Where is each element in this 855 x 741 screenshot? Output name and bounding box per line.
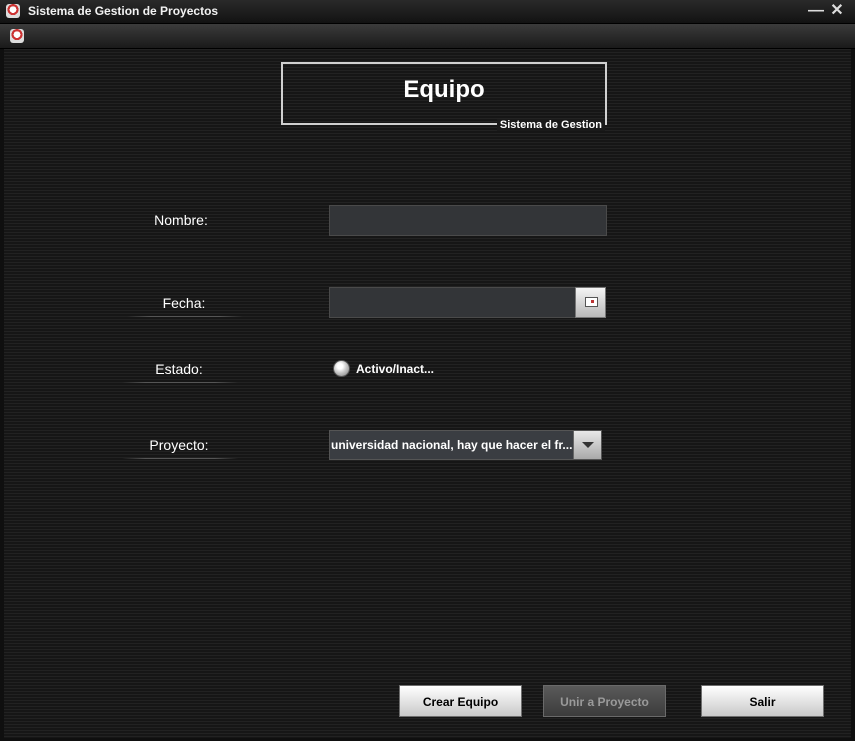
minimize-button[interactable]: — [806,1,826,21]
main-panel: Equipo Sistema de Gestion Nombre: Fecha:… [4,49,851,738]
menu-bar [0,24,855,49]
calendar-icon [585,297,598,307]
estado-radio-label[interactable]: Activo/Inact... [356,362,434,376]
proyecto-combobox[interactable]: universidad nacional, hay que hacer el f… [329,430,602,460]
java-cup-icon[interactable] [10,29,24,43]
proyecto-label-underline [122,458,238,459]
nombre-input[interactable] [329,205,607,236]
calendar-button[interactable] [575,287,606,318]
estado-label: Estado: [155,361,203,377]
proyecto-selected-value: universidad nacional, hay que hacer el f… [331,438,573,452]
chevron-down-icon[interactable] [573,431,601,459]
estado-radio[interactable] [333,360,350,377]
proyecto-label: Proyecto: [149,437,209,453]
fecha-input[interactable] [329,287,576,318]
close-button[interactable]: ✕ [827,1,847,21]
page-title: Equipo [403,76,485,103]
nombre-label: Nombre: [154,212,208,228]
title-bar: Sistema de Gestion de Proyectos — ✕ [0,0,855,24]
estado-label-underline [122,382,238,383]
crear-equipo-button[interactable]: Crear Equipo [399,685,522,717]
salir-button[interactable]: Salir [701,685,824,717]
fecha-label: Fecha: [162,295,206,311]
fecha-label-underline [127,316,243,317]
header-subtitle: Sistema de Gestion [496,119,605,131]
unir-a-proyecto-button[interactable]: Unir a Proyecto [543,685,666,717]
window-title: Sistema de Gestion de Proyectos [28,4,219,18]
java-cup-icon [6,4,20,18]
header-panel: Equipo Sistema de Gestion [281,62,607,131]
